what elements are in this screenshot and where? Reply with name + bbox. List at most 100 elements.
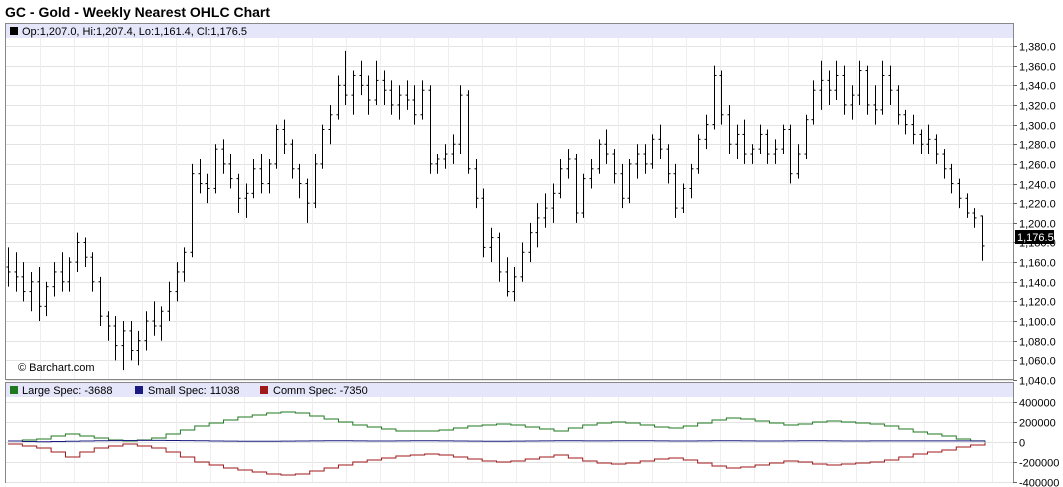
ohlc-bar <box>543 193 548 228</box>
ohlc-bar <box>182 247 187 282</box>
ohlc-bar <box>635 144 640 179</box>
small-spec-line <box>8 439 986 443</box>
ohlc-bar <box>965 193 970 218</box>
large-spec-line <box>8 411 986 443</box>
ohlc-bar <box>152 301 157 336</box>
ohlc-bar <box>880 60 885 115</box>
ohlc-bar <box>420 80 425 120</box>
ohlc-info-line: Op:1,207.0, Hi:1,207.4, Lo:1,161.4, Cl:1… <box>22 26 247 38</box>
cot-tick-label: 0 <box>1019 438 1025 450</box>
last-price-label: 1,176.5 <box>1017 232 1054 244</box>
ohlc-bar <box>313 154 318 209</box>
ohlc-bar <box>911 114 916 145</box>
ohlc-bar <box>827 70 832 105</box>
ohlc-bar <box>842 65 847 115</box>
ohlc-bar <box>60 252 65 292</box>
price-tick-label: 1,300.0 <box>1019 121 1056 133</box>
ohlc-bar <box>773 139 778 164</box>
legend-comm-spec: Comm Spec: -7350 <box>273 385 368 397</box>
comm-spec-line <box>8 442 986 476</box>
ohlc-bar <box>397 85 402 120</box>
legend-small-spec: Small Spec: 11038 <box>148 385 240 397</box>
ohlc-bar <box>604 129 609 164</box>
ohlc-bar <box>382 70 387 105</box>
price-tick-label: 1,240.0 <box>1019 180 1056 192</box>
ohlc-bar <box>788 124 793 184</box>
ohlc-bar <box>696 134 701 174</box>
ohlc-bar <box>505 257 510 297</box>
cot-tick-label: 200000 <box>1019 418 1056 430</box>
ohlc-bar <box>535 203 540 248</box>
ohlc-bar <box>336 75 341 120</box>
ohlc-bar <box>435 154 440 174</box>
ohlc-bar <box>934 134 939 164</box>
ohlc-bar <box>620 163 625 209</box>
ohlc-bar <box>735 124 740 159</box>
ohlc-chart: Op:1,207.0, Hi:1,207.4, Lo:1,161.4, Cl:1… <box>5 23 1059 487</box>
price-tick-label: 1,320.0 <box>1019 101 1056 113</box>
ohlc-bar <box>681 183 686 213</box>
ohlc-bar <box>980 215 985 261</box>
ohlc-bar <box>566 149 571 179</box>
cot-tick-label: 400000 <box>1019 398 1056 410</box>
ohlc-bar <box>850 85 855 120</box>
ohlc-bar <box>44 281 49 317</box>
ohlc-bar <box>873 85 878 125</box>
ohlc-bar <box>972 208 977 228</box>
ohlc-bar <box>359 60 364 96</box>
price-panel-frame <box>5 23 1014 380</box>
ohlc-bar <box>811 80 816 125</box>
ohlc-bar <box>205 173 210 204</box>
ohlc-bar <box>673 163 678 218</box>
price-tick-label: 1,080.0 <box>1019 337 1056 349</box>
price-tick-label: 1,160.0 <box>1019 258 1056 270</box>
price-tick-label: 1,280.0 <box>1019 140 1056 152</box>
ohlc-bar <box>712 65 717 130</box>
ohlc-bar <box>474 158 479 209</box>
cot-tick-label: -400000 <box>1019 478 1059 487</box>
ohlc-bar <box>351 70 356 115</box>
ohlc-bar <box>144 311 149 351</box>
ohlc-bar <box>228 154 233 189</box>
comm-spec-swatch <box>260 386 268 394</box>
ohlc-bar <box>121 321 126 371</box>
ohlc-bar <box>804 114 809 159</box>
ohlc-bar <box>113 316 118 361</box>
ohlc-bar <box>328 104 333 145</box>
ohlc-bar <box>650 134 655 169</box>
ohlc-bar <box>658 124 663 159</box>
price-tick-label: 1,100.0 <box>1019 317 1056 329</box>
ohlc-bar <box>758 124 763 155</box>
info-strip-marker <box>10 27 18 35</box>
ohlc-bar <box>29 271 34 312</box>
ohlc-bar <box>290 139 295 179</box>
watermark: © Barchart.com <box>18 362 95 374</box>
ohlc-bar <box>14 252 19 292</box>
ohlc-bar <box>274 124 279 169</box>
ohlc-bar <box>52 262 57 297</box>
ohlc-bar <box>666 144 671 184</box>
ohlc-bar <box>129 321 134 361</box>
ohlc-bar <box>727 104 732 155</box>
ohlc-bar <box>627 158 632 204</box>
price-tick-label: 1,260.0 <box>1019 160 1056 172</box>
ohlc-bar <box>297 163 302 199</box>
price-tick-label: 1,380.0 <box>1019 42 1056 54</box>
ohlc-bar <box>75 232 80 272</box>
ohlc-bar <box>689 163 694 199</box>
ohlc-bar <box>106 311 111 341</box>
ohlc-bar <box>320 124 325 169</box>
ohlc-bar <box>90 252 95 292</box>
ohlc-bar <box>305 178 310 223</box>
ohlc-bar <box>857 60 862 105</box>
ohlc-bar <box>781 124 786 155</box>
ohlc-bar <box>282 119 287 155</box>
ohlc-bar <box>942 149 947 179</box>
ohlc-bar <box>926 124 931 155</box>
ohlc-bar <box>643 144 648 174</box>
ohlc-bar <box>244 183 249 218</box>
ohlc-bar <box>213 144 218 194</box>
ohlc-bar <box>512 267 517 302</box>
cot-panel-frame <box>5 382 1014 483</box>
ohlc-bar <box>919 129 924 155</box>
